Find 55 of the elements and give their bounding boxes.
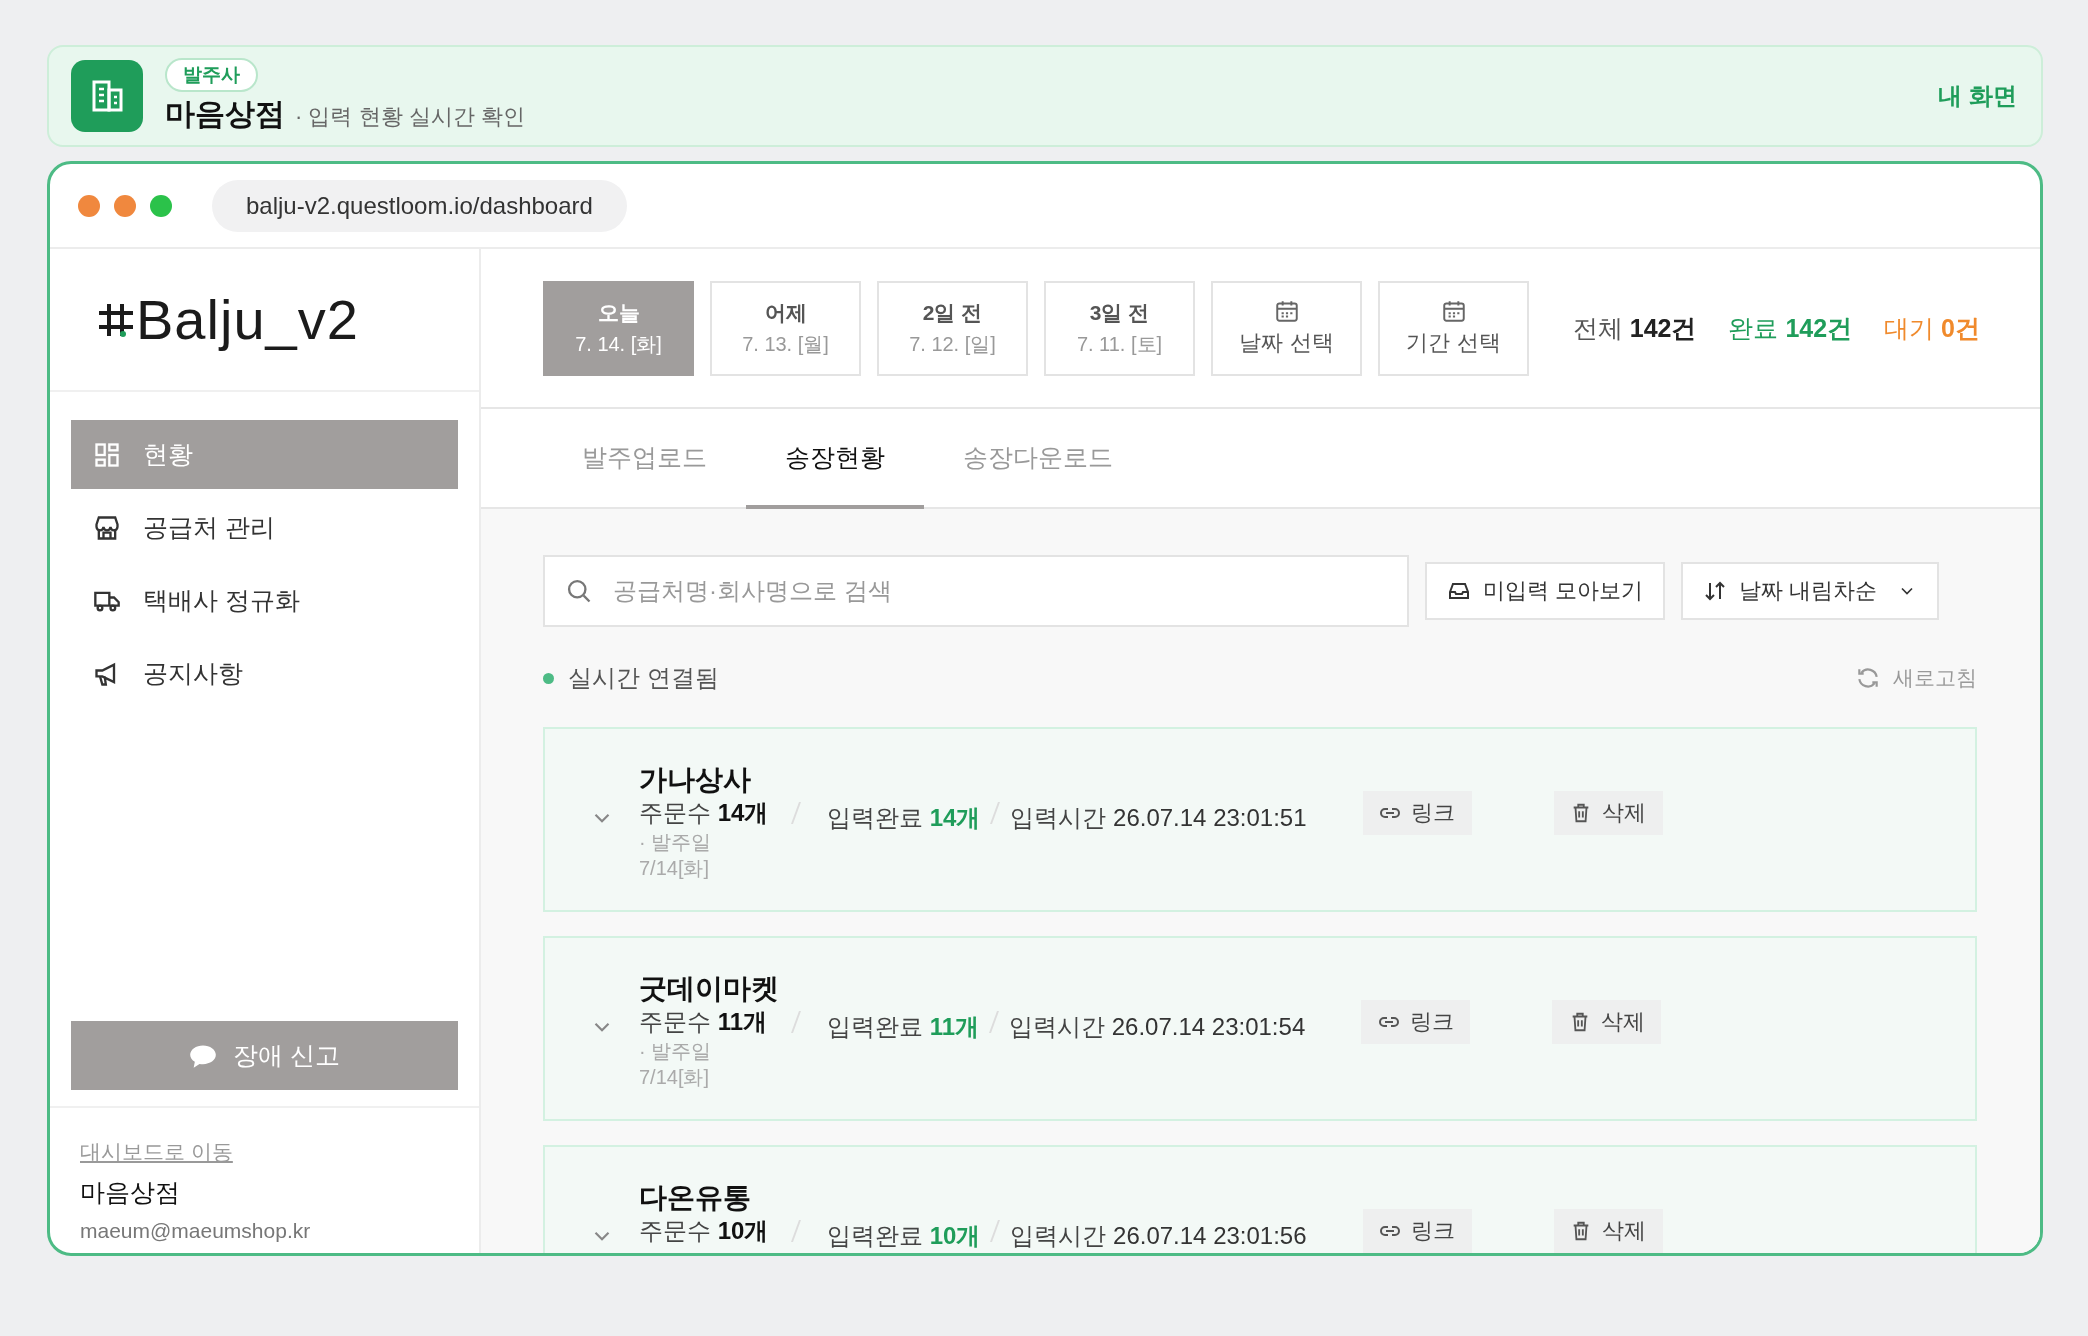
link-icon [1379,808,1402,818]
building-icon [71,60,143,132]
window-controls-icon[interactable] [78,194,172,217]
input-time: 입력시간 26.07.14 23:01:54 [1009,1012,1306,1042]
input-complete-count: 입력완료 11개 [827,1012,980,1042]
order-date-label: · 발주일 [639,830,713,855]
input-complete-count: 입력완료 10개 [827,1221,981,1251]
calendar-icon [1273,298,1300,324]
filter-button[interactable]: 미입력 모아보기 [1425,562,1666,620]
order-date: 7/14[화] [639,1065,711,1090]
count-stat: 대기 0건 [1884,312,1980,344]
nav-item[interactable]: 택배사 정규화 [71,566,458,635]
delete-button[interactable]: 삭제 [1552,1000,1662,1044]
order-count: 주문수 10개 [639,1216,770,1246]
account-email: maeum@maeumshop.kr [80,1219,312,1243]
role-badge: 발주사 [165,57,258,92]
date-filter-button[interactable]: 기간 선택 [1378,280,1529,376]
link-icon [1377,1017,1400,1027]
app-logo: Balju_v2 [136,287,359,352]
supplier-name: 굿데이마켓 [639,972,779,1006]
order-count: 주문수 11개 [639,1007,769,1037]
count-stat: 전체 142건 [1572,312,1697,344]
order-date: 7/14[화] [639,856,711,881]
banner-subtitle: · 입력 현황 실시간 확인 [295,102,525,131]
calendar-icon [1440,298,1467,324]
address-bar[interactable]: balju-v2.questloom.io/dashboard [212,179,627,232]
order-count: 주문수 14개 [639,798,770,828]
input-time: 입력시간 26.07.14 23:01:56 [1010,1221,1307,1251]
account-name: 마음상점 [80,1177,181,1208]
grid-icon [93,440,121,469]
supplier-name: 다온유통 [639,1181,752,1215]
search-icon [565,577,593,605]
delete-button[interactable]: 삭제 [1553,1209,1663,1253]
search-field[interactable]: 공급처명·회사명으로 검색 [543,555,1409,627]
date-filter-button[interactable]: 2일 전 7. 12. [일] [877,280,1028,376]
sort-dropdown[interactable]: 날짜 내림차순 [1681,562,1940,620]
store-icon [93,513,121,542]
order-date-label: · 발주일 [639,1039,713,1064]
refresh-icon [1855,665,1881,691]
date-filter-button[interactable]: 어제 7. 13. [월] [710,280,861,376]
store-name: 마음상점 [165,95,285,132]
link-button[interactable]: 링크 [1361,1000,1471,1044]
link-button[interactable]: 링크 [1362,1209,1472,1253]
date-filter-button[interactable]: 날짜 선택 [1211,280,1362,376]
delete-button[interactable]: 삭제 [1553,791,1663,835]
link-icon [1379,1226,1402,1236]
count-stat: 완료 142건 [1728,312,1853,344]
supplier-name: 가나상사 [639,763,752,797]
nav-item[interactable]: 공급처 관리 [71,493,458,562]
connection-status: 실시간 연결됨 [568,663,719,693]
input-complete-count: 입력완료 14개 [827,803,981,833]
link-button[interactable]: 링크 [1362,791,1472,835]
input-time: 입력시간 26.07.14 23:01:51 [1010,803,1307,833]
nav-item[interactable]: 공지사항 [71,639,458,708]
date-filter-button[interactable]: 3일 전 7. 11. [토] [1044,280,1195,376]
